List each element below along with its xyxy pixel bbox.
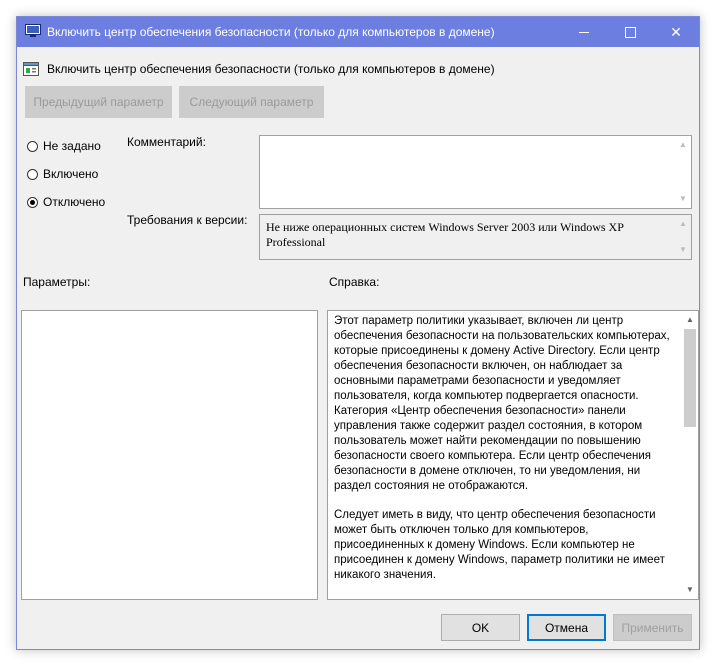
policy-icon — [25, 24, 41, 37]
apply-button[interactable]: Применить — [613, 614, 692, 641]
params-panel[interactable] — [21, 310, 318, 600]
scroll-up-icon[interactable]: ▲ — [682, 313, 698, 327]
radio-label: Не задано — [43, 139, 101, 153]
scroll-up-icon[interactable]: ▲ — [675, 138, 691, 152]
scroll-down-icon[interactable]: ▼ — [675, 192, 691, 206]
scroll-down-icon[interactable]: ▼ — [682, 583, 698, 597]
previous-setting-button[interactable]: Предыдущий параметр — [25, 86, 172, 118]
next-setting-button[interactable]: Следующий параметр — [179, 86, 324, 118]
policy-title: Включить центр обеспечения безопасности … — [47, 62, 495, 76]
policy-dialog-window: Включить центр обеспечения безопасности … — [16, 16, 700, 650]
radio-circle-icon — [27, 168, 38, 180]
scroll-down-icon[interactable]: ▼ — [675, 243, 691, 257]
close-button[interactable]: ✕ — [653, 17, 699, 47]
comment-label: Комментарий: — [127, 135, 206, 149]
scroll-thumb[interactable] — [684, 329, 696, 427]
radio-not-configured[interactable]: Не задано — [27, 139, 101, 153]
close-icon: ✕ — [670, 23, 682, 40]
radio-enabled[interactable]: Включено — [27, 167, 98, 181]
radio-label: Включено — [43, 167, 99, 181]
radio-selected-icon — [27, 196, 38, 208]
params-label: Параметры: — [23, 275, 91, 289]
maximize-button[interactable] — [607, 17, 653, 47]
help-paragraph: Следует иметь в виду, что центр обеспече… — [334, 509, 665, 581]
maximize-icon — [624, 26, 636, 38]
help-label: Справка: — [329, 275, 380, 289]
comment-textarea[interactable]: ▲ ▼ — [259, 135, 692, 209]
radio-label: Отключено — [43, 195, 106, 209]
version-label: Требования к версии: — [127, 213, 248, 227]
radio-circle-icon — [27, 140, 38, 152]
help-paragraph: Этот параметр политики указывает, включе… — [334, 315, 670, 492]
help-text: Этот параметр политики указывает, включе… — [334, 314, 678, 597]
cancel-button[interactable]: Отмена — [527, 614, 606, 641]
policy-setting-icon — [23, 62, 39, 76]
minimize-icon — [579, 31, 589, 33]
version-text: Не ниже операционных систем Windows Serv… — [266, 220, 624, 249]
help-scrollbar[interactable]: ▲ ▼ — [682, 311, 698, 599]
ok-button[interactable]: OK — [441, 614, 520, 641]
radio-disabled[interactable]: Отключено — [27, 195, 105, 209]
version-field: Не ниже операционных систем Windows Serv… — [259, 214, 692, 260]
version-scrollbar[interactable]: ▲ ▼ — [675, 215, 691, 259]
window-title: Включить центр обеспечения безопасности … — [47, 25, 495, 39]
scroll-up-icon[interactable]: ▲ — [675, 217, 691, 231]
title-bar[interactable]: Включить центр обеспечения безопасности … — [17, 17, 699, 47]
help-panel[interactable]: Этот параметр политики указывает, включе… — [327, 310, 699, 600]
minimize-button[interactable] — [561, 17, 607, 47]
comment-scrollbar[interactable]: ▲ ▼ — [675, 136, 691, 208]
